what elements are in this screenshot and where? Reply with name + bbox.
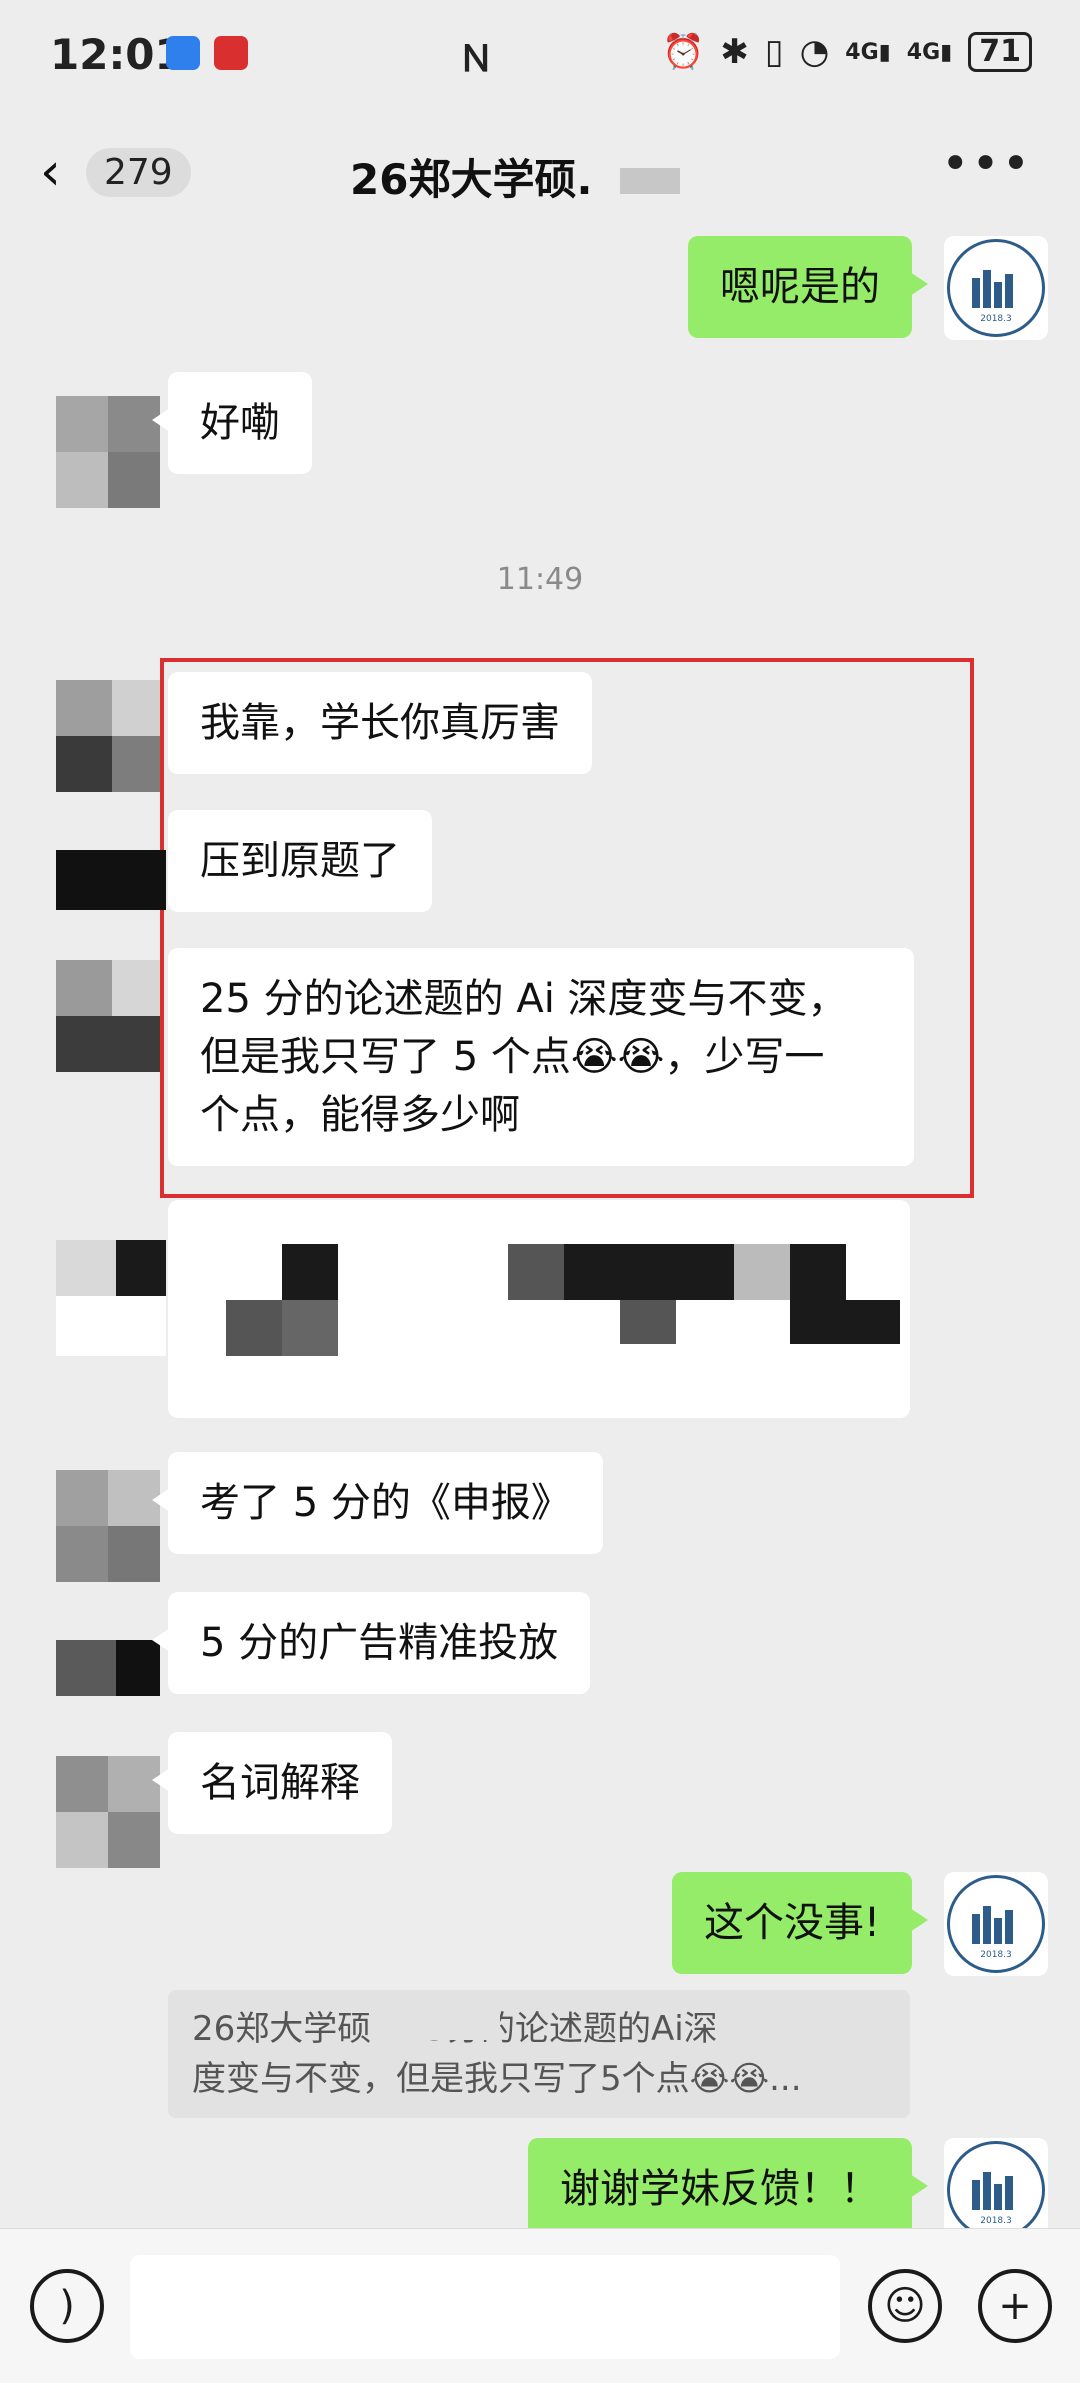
message-bubble-other[interactable]: 考了 5 分的《申报》 bbox=[152, 1452, 603, 1554]
nfc-icon: Ｎ bbox=[458, 39, 495, 80]
bluetooth-icon: ✱ bbox=[720, 32, 749, 72]
message-line: 25 分的论述题的 Ai 深度变与不变， bbox=[200, 976, 848, 1022]
back-chevron-icon[interactable]: ‹ bbox=[40, 146, 61, 198]
title-redaction bbox=[620, 168, 680, 194]
seal-logo: 2018.3 bbox=[947, 239, 1045, 337]
self-avatar[interactable]: 2018.3 bbox=[944, 1872, 1048, 1976]
message-bubble-self[interactable]: 谢谢学妹反馈！！ bbox=[528, 2138, 928, 2240]
signal-icon-2: 4G▮ bbox=[906, 39, 953, 65]
message-timestamp: 11:49 bbox=[496, 562, 584, 597]
message-line: 但是我只写了 5 个点😭😭，少写一 bbox=[200, 1034, 825, 1080]
message-bubble-other[interactable]: 名词解释 bbox=[152, 1732, 392, 1834]
quote-redaction bbox=[380, 2000, 500, 2040]
other-avatar[interactable] bbox=[56, 1640, 160, 1752]
seal-logo: 2018.3 bbox=[947, 2141, 1045, 2239]
status-icons: ⏰ ✱ ▯ ◔ 4G▮ 4G▮ 71 bbox=[662, 32, 1032, 72]
chat-title: 26郑大学硕. bbox=[350, 155, 593, 204]
other-avatar[interactable] bbox=[56, 396, 160, 508]
quoted-message[interactable]: 26郑大学硕 . 25分的论述题的Ai深 度变与不变，但是我只写了5个点😭😭..… bbox=[168, 1990, 910, 2118]
other-avatar[interactable] bbox=[56, 1470, 160, 1582]
other-avatar[interactable] bbox=[56, 960, 160, 1072]
battery-indicator: 71 bbox=[968, 32, 1032, 72]
avatar-redaction bbox=[56, 850, 166, 910]
status-time: 12:01 bbox=[50, 30, 184, 79]
input-bar: ) ☺ + bbox=[0, 2228, 1080, 2383]
message-bubble-other[interactable]: 我靠，学长你真厉害 bbox=[168, 672, 592, 774]
message-bubble-other[interactable]: 压到原题了 bbox=[168, 810, 432, 912]
signal-icon-1: 4G▮ bbox=[845, 39, 891, 65]
avatar-redaction bbox=[56, 1240, 166, 1356]
vibrate-icon: ▯ bbox=[764, 32, 784, 72]
plus-icon[interactable]: + bbox=[978, 2269, 1052, 2343]
message-bubble-self[interactable]: 嗯呢是的 bbox=[688, 236, 928, 338]
message-input[interactable] bbox=[130, 2255, 840, 2359]
message-bubble-other[interactable]: 好嘞 bbox=[152, 372, 312, 474]
other-avatar[interactable] bbox=[56, 1756, 160, 1868]
message-bubble-other[interactable]: 25 分的论述题的 Ai 深度变与不变， 但是我只写了 5 个点😭😭，少写一 个… bbox=[168, 948, 914, 1166]
status-bar: 12:01 Ｎ ⏰ ✱ ▯ ◔ 4G▮ 4G▮ 71 bbox=[0, 0, 1080, 110]
wifi-icon: ◔ bbox=[799, 32, 830, 72]
unread-count-badge[interactable]: 279 bbox=[86, 148, 191, 197]
quote-line: 度变与不变，但是我只写了5个点😭😭... bbox=[192, 2059, 802, 2099]
self-avatar[interactable]: 2018.3 bbox=[944, 236, 1048, 340]
app-notification-icon-2 bbox=[214, 36, 248, 70]
redacted-message-bubble[interactable] bbox=[168, 1200, 910, 1418]
quote-line: 26郑大学硕 . 25分的论述题的Ai深 bbox=[192, 2009, 718, 2049]
other-avatar[interactable] bbox=[56, 680, 160, 792]
emoji-icon[interactable]: ☺ bbox=[868, 2269, 942, 2343]
message-bubble-self[interactable]: 这个没事! bbox=[671, 1872, 929, 1974]
message-line: 个点，能得多少啊 bbox=[200, 1092, 520, 1138]
self-avatar[interactable]: 2018.3 bbox=[944, 2138, 1048, 2242]
message-bubble-other[interactable]: 5 分的广告精准投放 bbox=[151, 1592, 591, 1694]
voice-icon[interactable]: ) bbox=[30, 2269, 104, 2343]
app-notification-icon bbox=[166, 36, 200, 70]
alarm-icon: ⏰ bbox=[662, 32, 705, 72]
more-dots-icon[interactable]: ••• bbox=[941, 136, 1032, 192]
chat-header: ‹ 279 26郑大学硕. ••• bbox=[0, 110, 1080, 230]
seal-logo: 2018.3 bbox=[947, 1875, 1045, 1973]
